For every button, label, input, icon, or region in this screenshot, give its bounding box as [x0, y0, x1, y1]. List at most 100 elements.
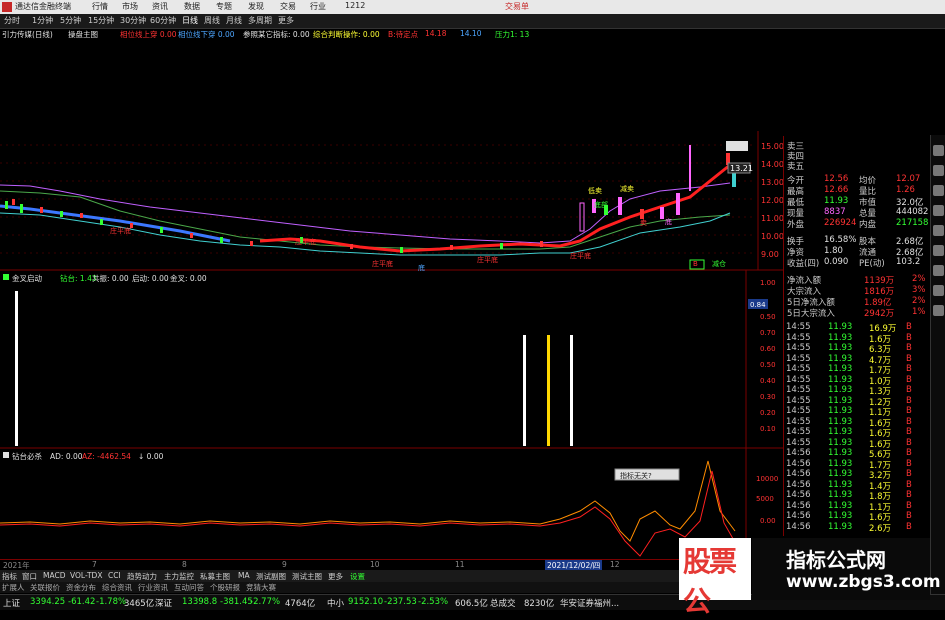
- period-tab-multi[interactable]: 多周期: [248, 15, 272, 26]
- price-tick: 9.00: [761, 250, 779, 259]
- info-tab[interactable]: 关联报价: [30, 582, 60, 593]
- menu-version[interactable]: 1212: [345, 1, 365, 10]
- svg-text:0.50: 0.50: [760, 313, 776, 321]
- trade-order-button[interactable]: 交易单: [505, 1, 529, 12]
- svg-text:启动: 0.00: 启动: 0.00: [132, 273, 169, 283]
- signal-bar: [547, 335, 550, 446]
- tab-vol-tdx[interactable]: VOL-TDX: [70, 571, 102, 580]
- tab-indicators[interactable]: 指标: [2, 571, 17, 582]
- price-axis: 15.00 14.00 13.00 12.00 11.00 10.00 9.00: [761, 142, 783, 259]
- menu-market[interactable]: 市场: [122, 1, 138, 12]
- tab-settings[interactable]: 设置: [350, 571, 365, 582]
- toolbar-icon[interactable]: [933, 305, 944, 316]
- svg-text:0.00: 0.00: [760, 517, 776, 525]
- stat-value: 12.07: [896, 174, 921, 184]
- indicator-item[interactable]: 操盘主图: [68, 29, 98, 40]
- tick-time: 14:55: [786, 416, 811, 427]
- info-tab[interactable]: 资金分布: [66, 582, 96, 593]
- fund-flow-row: 大宗流入 1816万 3%: [784, 285, 931, 297]
- sub1-header: 金叉启动 钻台: 1.43 共振: 0.00 启动: 0.00 金叉: 0.00: [3, 273, 207, 283]
- info-tab[interactable]: 综合资讯: [102, 582, 132, 593]
- toolbar-icon[interactable]: [933, 205, 944, 216]
- tick-price: 11.93: [828, 322, 853, 332]
- svg-text:金叉: 0.00: 金叉: 0.00: [170, 273, 207, 283]
- tab-test-main[interactable]: 测试主图: [292, 571, 322, 582]
- price-tick: 10.00: [761, 232, 783, 241]
- tick-row: 14:55 11.93 16.9万 B: [784, 322, 931, 334]
- svg-text:0.60: 0.60: [760, 345, 776, 353]
- tab-main-monitor[interactable]: 主力监控: [164, 571, 194, 582]
- tick-row: 14:55 11.93 1.6万 B: [784, 438, 931, 450]
- info-tab[interactable]: 行业资讯: [138, 582, 168, 593]
- tick-time: 14:55: [786, 427, 811, 437]
- chart-area[interactable]: 13.21 低卖 减卖 底部 庄平底 庄平底 庄平底 庄平底 底 庄平底 底 卖…: [0, 41, 783, 559]
- tick-direction: B: [906, 385, 912, 395]
- period-tab-30min[interactable]: 30分钟: [120, 15, 146, 26]
- stat-value: 444082: [896, 207, 929, 217]
- tick-price: 11.93: [828, 500, 853, 511]
- info-tab[interactable]: 竞猜大赛: [246, 582, 276, 593]
- period-tab-intraday[interactable]: 分时: [4, 15, 20, 26]
- tick-time: 14:56: [786, 500, 811, 511]
- quote-stat-row: 最高 12.66 量比 1.26: [784, 185, 931, 197]
- tab-more[interactable]: 更多: [328, 571, 343, 582]
- tick-row: 14:55 11.93 1.2万 B: [784, 395, 931, 408]
- status-item: 总成交: [490, 599, 516, 609]
- toolbar-icon[interactable]: [933, 265, 944, 276]
- tab-ma[interactable]: MA: [238, 571, 250, 580]
- tab-window[interactable]: 窗口: [22, 571, 37, 582]
- toolbar-icon[interactable]: [933, 245, 944, 256]
- indicator-item: 14.10: [460, 29, 482, 38]
- stat-value: 0.090: [824, 257, 849, 267]
- tick-price: 11.93: [828, 353, 853, 364]
- tick-row: 14:56 11.93 1.7万 B: [784, 459, 931, 471]
- tick-time: 14:55: [786, 353, 811, 364]
- indicator-item: B:待定点: [388, 30, 419, 39]
- menu-topic[interactable]: 专题: [216, 1, 232, 12]
- period-tab-5min[interactable]: 5分钟: [60, 15, 81, 26]
- period-tab-monthly[interactable]: 月线: [226, 15, 242, 26]
- menu-industry[interactable]: 行业: [310, 1, 326, 12]
- toolbar-icon[interactable]: [933, 185, 944, 196]
- period-tab-daily[interactable]: 日线: [182, 15, 198, 26]
- tick-direction: B: [906, 343, 912, 353]
- menu-discover[interactable]: 发现: [248, 1, 264, 12]
- menu-quotes[interactable]: 行情: [92, 1, 108, 12]
- tab-trend[interactable]: 趋势动力: [127, 571, 157, 582]
- toolbar-icon[interactable]: [933, 145, 944, 156]
- status-item: -2.77%: [250, 597, 281, 607]
- indicator-tab-bar: 指标 窗口 MACD VOL-TDX CCI 趋势动力 主力监控 私募主图 MA…: [0, 570, 680, 582]
- period-tab-1min[interactable]: 1分钟: [32, 15, 53, 26]
- flow-value: 2942万: [864, 309, 895, 319]
- mark-label: 低卖: [588, 186, 602, 195]
- menu-data[interactable]: 数据: [184, 1, 200, 12]
- ma-line-red: [259, 163, 731, 253]
- info-tab[interactable]: 个股研报: [210, 582, 240, 593]
- tick-time: 14:55: [786, 395, 811, 406]
- tick-price: 11.93: [828, 427, 853, 437]
- info-tab[interactable]: 互动问答: [174, 582, 204, 593]
- menu-news[interactable]: 资讯: [152, 1, 168, 12]
- indicator-item: 相位线下穿 0.00: [178, 30, 235, 39]
- signal-bar: [15, 291, 18, 446]
- tab-cci[interactable]: CCI: [108, 571, 121, 580]
- period-tab-more[interactable]: 更多: [278, 15, 294, 26]
- period-tab-weekly[interactable]: 周线: [204, 15, 220, 26]
- mark-label: 庄平底: [110, 226, 131, 235]
- menu-trade[interactable]: 交易: [280, 1, 296, 12]
- info-tab[interactable]: 扩展人: [2, 582, 25, 593]
- tick-direction: B: [906, 395, 912, 406]
- toolbar-icon[interactable]: [933, 165, 944, 176]
- tab-private-main[interactable]: 私募主图: [200, 571, 230, 582]
- mark-label: 卖: [640, 219, 647, 227]
- tab-macd[interactable]: MACD: [43, 571, 65, 580]
- period-tab-60min[interactable]: 60分钟: [150, 15, 176, 26]
- tick-price: 11.93: [828, 490, 853, 500]
- svg-text:0.84: 0.84: [750, 301, 766, 309]
- tick-direction: B: [906, 353, 912, 364]
- title-bar: 通达信金融终端 行情 市场 资讯 数据 专题 发现 交易 行业 1212 交易单: [0, 0, 945, 14]
- tab-test-sub[interactable]: 测试副图: [256, 571, 286, 582]
- period-tab-15min[interactable]: 15分钟: [88, 15, 114, 26]
- toolbar-icon[interactable]: [933, 225, 944, 236]
- toolbar-icon[interactable]: [933, 285, 944, 296]
